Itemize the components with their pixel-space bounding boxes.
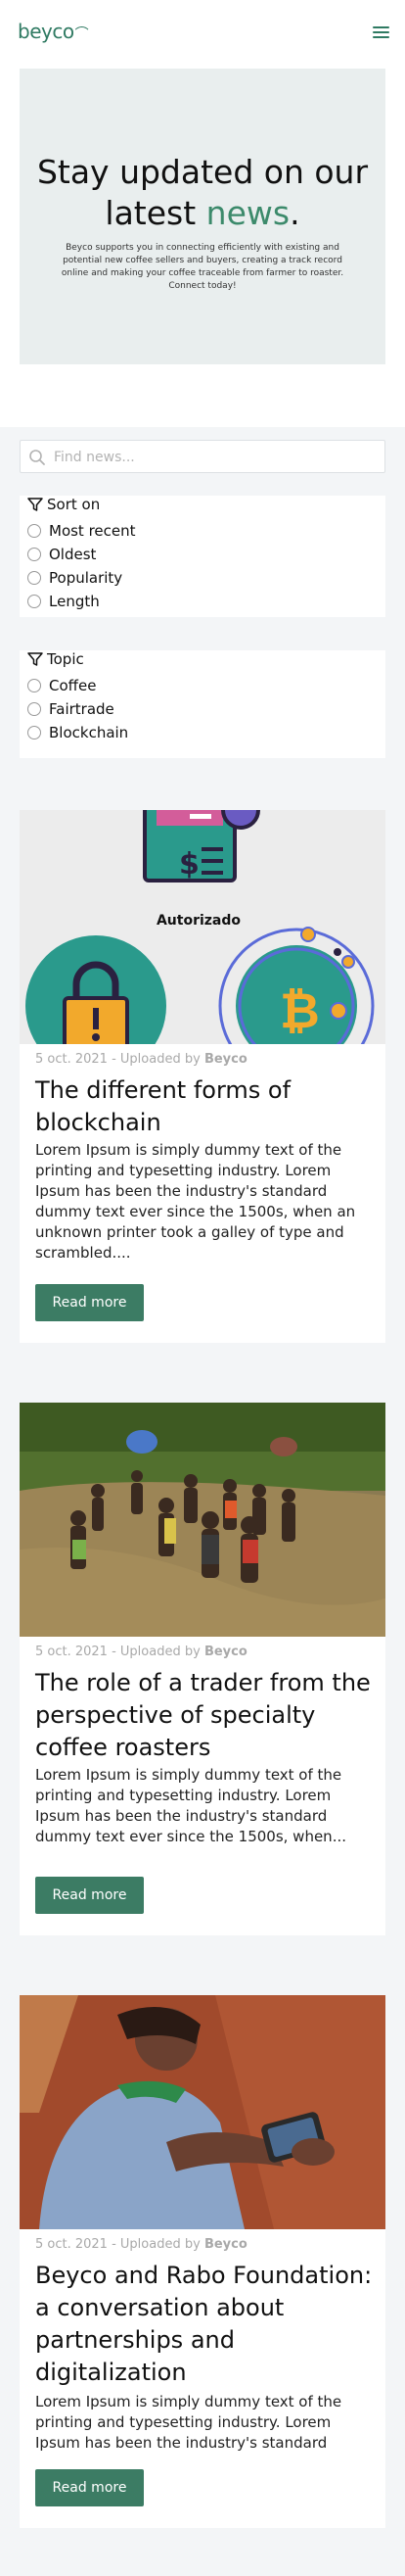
topic-option-coffee[interactable]: Coffee: [27, 676, 96, 695]
article-excerpt: Lorem Ipsum is simply dummy text of the …: [35, 1141, 356, 1262]
read-more-button[interactable]: Read more: [35, 1284, 144, 1321]
article-card: $ Autorizado ₿ 5 oct. 2021 - Uploaded by…: [20, 810, 385, 1343]
radio-button[interactable]: [27, 524, 41, 538]
article-excerpt: Lorem Ipsum is simply dummy text of the …: [35, 1766, 346, 1845]
article-meta: 5 oct. 2021 - Uploaded by Beyco: [35, 1645, 248, 1659]
article-title[interactable]: The different forms of blockchain: [35, 1074, 378, 1139]
article-meta: 5 oct. 2021 - Uploaded by Beyco: [35, 2237, 248, 2252]
sort-option-oldest[interactable]: Oldest: [27, 545, 96, 564]
person-with-phone-photo: [20, 1995, 385, 2229]
read-more-button[interactable]: Read more: [35, 1877, 144, 1914]
sort-option-popularity[interactable]: Popularity: [27, 568, 122, 588]
radio-button[interactable]: [27, 726, 41, 739]
filter-icon: [27, 498, 43, 511]
article-image[interactable]: [20, 1403, 385, 1637]
svg-text:₿: ₿: [280, 982, 320, 1039]
article-card: 5 oct. 2021 - Uploaded by Beyco Beyco an…: [20, 1995, 385, 2528]
sort-title: Sort on: [27, 496, 100, 513]
article-card: 5 oct. 2021 - Uploaded by Beyco The role…: [20, 1403, 385, 1935]
filter-icon: [27, 652, 43, 666]
svg-text:$: $: [179, 847, 200, 882]
hamburger-icon[interactable]: [373, 26, 389, 39]
read-more-button[interactable]: Read more: [35, 2469, 144, 2506]
radio-button[interactable]: [27, 571, 41, 585]
hero-title-accent: news: [205, 194, 291, 232]
article-excerpt: Lorem Ipsum is simply dummy text of the …: [35, 2393, 342, 2452]
search-icon: [29, 450, 45, 465]
sort-option-length[interactable]: Length: [27, 592, 100, 611]
radio-button[interactable]: [27, 548, 41, 561]
image-caption: Autorizado: [157, 913, 241, 929]
topic-panel: Topic Coffee Fairtrade Blockchain: [20, 650, 385, 758]
sort-option-most-recent[interactable]: Most recent: [27, 521, 136, 541]
hero-banner: Stay updated on our latest news. Beyco s…: [20, 69, 385, 364]
search-input[interactable]: [54, 445, 377, 470]
blockchain-illustration: $ Autorizado ₿: [25, 810, 375, 1044]
topic-title: Topic: [27, 650, 84, 668]
radio-button[interactable]: [27, 595, 41, 608]
article-title[interactable]: The role of a trader from the perspectiv…: [35, 1667, 378, 1764]
article-meta: 5 oct. 2021 - Uploaded by Beyco: [35, 1052, 248, 1067]
radio-button[interactable]: [27, 679, 41, 692]
article-title[interactable]: Beyco and Rabo Foundation: a conversatio…: [35, 2260, 378, 2389]
site-header: beyco⌒: [0, 0, 405, 67]
hero-title: Stay updated on our latest news.: [36, 153, 369, 232]
logo[interactable]: beyco⌒: [18, 20, 89, 43]
topic-option-blockchain[interactable]: Blockchain: [27, 723, 128, 742]
sort-panel: Sort on Most recent Oldest Popularity Le…: [20, 496, 385, 617]
article-image[interactable]: $ Autorizado ₿: [20, 810, 385, 1044]
topic-option-fairtrade[interactable]: Fairtrade: [27, 699, 114, 719]
news-search: [20, 440, 385, 473]
farmers-photo: [20, 1403, 385, 1637]
logo-text: beyco: [18, 20, 74, 43]
hero-text: Beyco supports you in connecting efficie…: [61, 243, 344, 291]
article-image[interactable]: [20, 1995, 385, 2229]
hero-section: Stay updated on our latest news. Beyco s…: [0, 67, 405, 427]
radio-button[interactable]: [27, 702, 41, 716]
